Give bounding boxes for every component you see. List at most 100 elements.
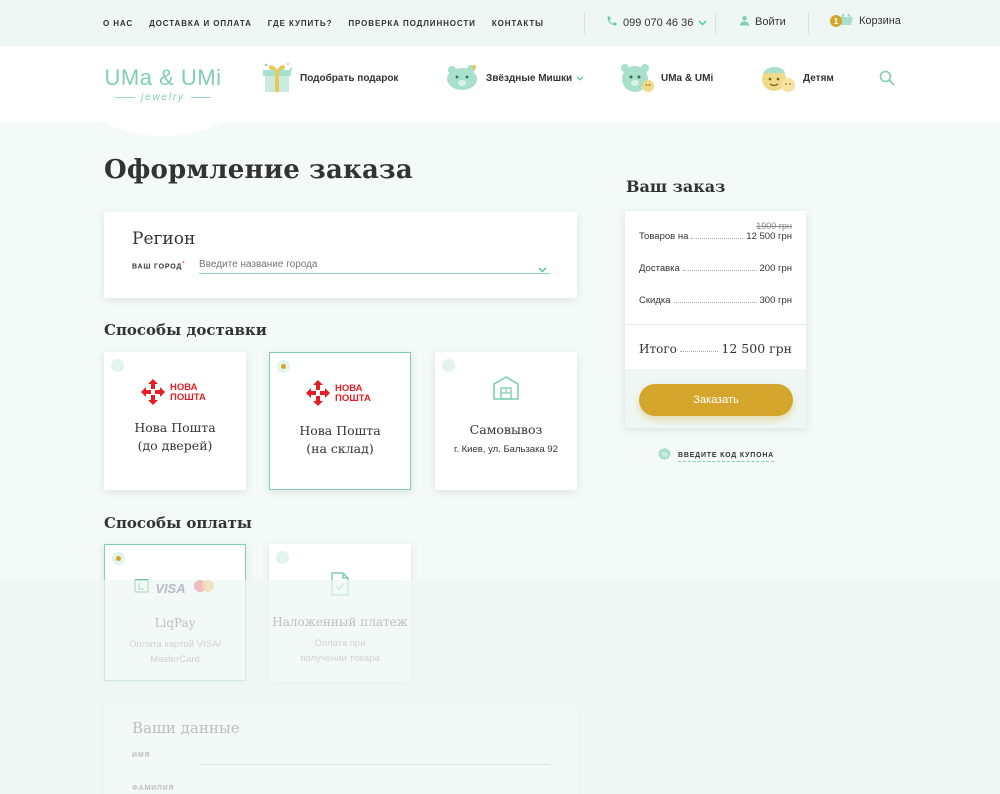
visa-logo: VISA (155, 581, 186, 596)
place-order-button[interactable]: Заказать (639, 384, 793, 416)
nav-gift[interactable]: Подобрать подарок (260, 58, 398, 98)
total-value: 12 500 грн (721, 341, 792, 356)
discount-row: Скидка 300 грн (639, 295, 792, 306)
coupon-icon: % (657, 447, 672, 467)
order-title: Ваш заказ (626, 177, 726, 196)
dotted-leader (691, 238, 744, 239)
divider (625, 324, 806, 325)
delivery-value: 200 грн (759, 263, 793, 274)
nav-kids-label: Детям (803, 72, 834, 84)
radio-button-selected[interactable] (112, 552, 125, 565)
coupon-link[interactable]: % Введите код купона (657, 447, 775, 467)
nav-star-bears[interactable]: Звёздные Мишки (444, 58, 584, 98)
cart-label: Корзина (859, 15, 901, 27)
payment-option-name: LiqPay (154, 616, 196, 630)
delivery-option-name: Самовывоз (469, 422, 543, 437)
login-link[interactable]: Войти (739, 15, 786, 29)
payment-desc-line: MasterCard (150, 654, 200, 665)
discount-value: 300 грн (759, 295, 793, 306)
coupon-label: Введите код купона (678, 452, 775, 462)
payment-option-name: Наложенный платеж (272, 615, 408, 629)
nav-uma-umi-label: UMa & UMi (661, 72, 714, 84)
payment-desc-line: получении товара (300, 653, 380, 664)
payment-section-title: Способы оплаты (104, 514, 252, 532)
nova-poshta-text: ПОШТА (335, 393, 371, 404)
nav-gift-label: Подобрать подарок (300, 72, 399, 84)
order-summary-card: 1900 грн Товаров на 12 500 грн Доставка … (625, 211, 806, 428)
nova-poshta-text: ПОШТА (170, 392, 206, 403)
dotted-leader (673, 302, 757, 303)
dotted-leader (682, 270, 757, 271)
phone-dropdown[interactable]: 099 070 46 36 (606, 15, 707, 30)
chevron-down-icon (698, 18, 707, 28)
page-title: Оформление заказа (104, 155, 413, 185)
logo-line (190, 97, 211, 98)
payment-option-liqpay[interactable]: VISA LiqPay Оплата картой VISA/ MasterCa… (104, 544, 246, 681)
delivery-option-warehouse[interactable]: НОВА ПОШТА Нова Пошта (на склад) (269, 352, 411, 490)
chevron-down-icon[interactable] (538, 260, 547, 278)
delivery-option-name: Нова Пошта (до дверей) (104, 419, 246, 455)
search-icon[interactable] (879, 70, 895, 91)
delivery-option-door[interactable]: НОВА ПОШТА Нова Пошта (до дверей) (104, 352, 246, 490)
warehouse-icon (435, 374, 577, 402)
liqpay-icon (134, 579, 150, 598)
top-nav-about[interactable]: О нас (103, 19, 133, 28)
delivery-name-line: (на склад) (306, 441, 374, 456)
nova-poshta-logo: НОВА ПОШТА (104, 378, 246, 406)
goods-row: Товаров на 12 500 грн (639, 231, 792, 242)
logo[interactable]: UMa & UMi jewelry (104, 66, 222, 104)
radio-button[interactable] (111, 359, 124, 372)
first-name-input[interactable] (199, 764, 550, 765)
total-row: Итого 12 500 грн (639, 341, 792, 356)
total-label: Итого (639, 342, 677, 356)
region-title: Регион (132, 229, 196, 249)
payment-logos: VISA (105, 579, 245, 598)
city-label-text: Ваш город (132, 263, 183, 271)
first-name-label: Имя (132, 752, 151, 759)
delivery-row: Доставка 200 грн (639, 263, 792, 274)
delivery-name-line: Нова Пошта (299, 423, 381, 438)
delivery-section-title: Способы доставки (104, 321, 267, 339)
logo-subline: jewelry (104, 92, 222, 103)
divider (715, 12, 716, 34)
last-name-label: Фамилия (132, 785, 175, 792)
logo-tab (98, 110, 228, 136)
user-icon (739, 15, 750, 29)
nav-kids[interactable]: Детям (759, 58, 834, 98)
payment-option-cod[interactable]: Наложенный платеж Оплата при получении т… (269, 544, 411, 681)
delivery-option-pickup[interactable]: Самовывоз г. Киев, ул. Бальзака 92 (435, 352, 577, 490)
radio-button-selected[interactable] (277, 360, 290, 373)
login-label: Войти (755, 16, 786, 28)
delivery-name-line: Нова Пошта (134, 420, 216, 435)
nav-star-bears-label: Звёздные Мишки (486, 72, 573, 84)
pickup-address: г. Киев, ул. Бальзака 92 (454, 444, 558, 455)
user-data-title: Ваши данные (132, 719, 240, 737)
bear-icon (444, 61, 480, 96)
dotted-leader (679, 351, 719, 352)
delivery-label: Доставка (639, 263, 680, 274)
mastercard-icon (192, 579, 216, 598)
document-check-icon (269, 571, 411, 597)
city-label: Ваш город* (132, 261, 185, 270)
region-card: Регион Ваш город* (104, 212, 577, 298)
radio-button[interactable] (442, 359, 455, 372)
logo-subtext: jewelry (141, 92, 185, 103)
top-nav-contacts[interactable]: Контакты (492, 19, 544, 28)
divider (808, 12, 809, 34)
city-input[interactable] (199, 256, 550, 274)
radio-button[interactable] (276, 551, 289, 564)
top-nav-delivery[interactable]: Доставка и оплата (149, 19, 252, 28)
cart-link[interactable]: 1 Корзина (830, 13, 901, 29)
old-price: 1900 грн (756, 221, 792, 231)
top-nav-authenticity[interactable]: Проверка подлинности (348, 19, 475, 28)
bears-icon (619, 59, 655, 98)
required-marker: * (182, 261, 186, 267)
top-bar: О нас Доставка и оплата Где купить? Пров… (0, 0, 1000, 46)
payment-desc-line: Оплата при (314, 638, 366, 649)
top-nav-where-to-buy[interactable]: Где купить? (268, 19, 333, 28)
top-nav: О нас Доставка и оплата Где купить? Пров… (103, 0, 560, 46)
logo-line (115, 97, 136, 98)
payment-desc-line: Оплата картой VISA/ (129, 639, 221, 650)
nav-uma-umi[interactable]: UMa & UMi (619, 58, 713, 98)
goods-label: Товаров на (639, 231, 689, 242)
